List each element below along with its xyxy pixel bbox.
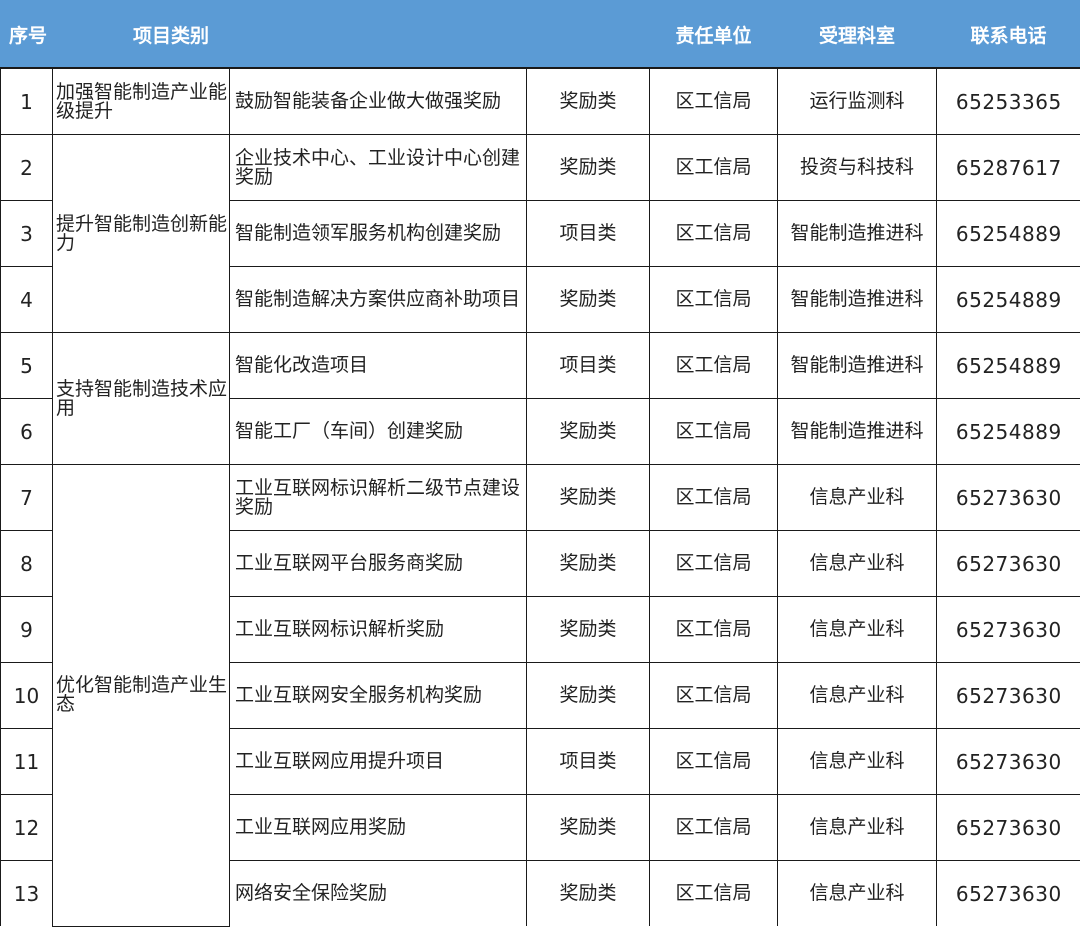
responsible-unit: 区工信局 xyxy=(649,134,779,201)
item-name: 工业互联网安全服务机构奖励 xyxy=(229,662,527,729)
row-number: 5 xyxy=(0,332,53,399)
handling-dept: 信息产业科 xyxy=(777,464,938,531)
handling-dept: 智能制造推进科 xyxy=(777,200,938,267)
contact-phone: 65254889 xyxy=(936,398,1080,465)
responsible-unit: 区工信局 xyxy=(649,860,779,926)
category-cell: 提升智能制造创新能力 xyxy=(52,134,230,333)
handling-dept: 智能制造推进科 xyxy=(777,332,938,399)
contact-phone: 65273630 xyxy=(936,596,1080,663)
row-number: 13 xyxy=(0,860,53,926)
responsible-unit: 区工信局 xyxy=(649,200,779,267)
handling-dept: 信息产业科 xyxy=(777,794,938,861)
contact-phone: 65254889 xyxy=(936,266,1080,333)
contact-phone: 65287617 xyxy=(936,134,1080,201)
responsible-unit: 区工信局 xyxy=(649,794,779,861)
item-name: 工业互联网标识解析二级节点建设奖励 xyxy=(229,464,527,531)
handling-dept: 信息产业科 xyxy=(777,530,938,597)
row-number: 11 xyxy=(0,728,53,795)
handling-dept: 信息产业科 xyxy=(777,728,938,795)
contact-phone: 65254889 xyxy=(936,200,1080,267)
handling-dept: 运行监测科 xyxy=(777,67,938,135)
row-number: 9 xyxy=(0,596,53,663)
contact-phone: 65273630 xyxy=(936,860,1080,926)
responsible-unit: 区工信局 xyxy=(649,662,779,729)
header-no: 序号 xyxy=(0,0,53,69)
item-name: 智能化改造项目 xyxy=(229,332,527,399)
item-name: 智能制造领军服务机构创建奖励 xyxy=(229,200,527,267)
item-name: 企业技术中心、工业设计中心创建奖励 xyxy=(229,134,527,201)
handling-dept: 投资与科技科 xyxy=(777,134,938,201)
contact-phone: 65273630 xyxy=(936,662,1080,729)
category-cell: 支持智能制造技术应用 xyxy=(52,332,230,465)
item-name: 工业互联网平台服务商奖励 xyxy=(229,530,527,597)
row-number: 7 xyxy=(0,464,53,531)
item-name: 智能制造解决方案供应商补助项目 xyxy=(229,266,527,333)
row-number: 12 xyxy=(0,794,53,861)
row-number: 1 xyxy=(0,67,53,135)
item-type: 奖励类 xyxy=(525,794,651,861)
handling-dept: 信息产业科 xyxy=(777,860,938,926)
item-type: 奖励类 xyxy=(525,464,651,531)
item-name: 鼓励智能装备企业做大做强奖励 xyxy=(229,67,527,135)
contact-phone: 65273630 xyxy=(936,728,1080,795)
item-name: 工业互联网应用奖励 xyxy=(229,794,527,861)
item-name: 网络安全保险奖励 xyxy=(229,860,527,926)
item-type: 奖励类 xyxy=(525,530,651,597)
row-number: 6 xyxy=(0,398,53,465)
responsible-unit: 区工信局 xyxy=(649,530,779,597)
item-type: 奖励类 xyxy=(525,398,651,465)
responsible-unit: 区工信局 xyxy=(649,596,779,663)
contact-phone: 65273630 xyxy=(936,794,1080,861)
contact-phone: 65273630 xyxy=(936,530,1080,597)
row-number: 2 xyxy=(0,134,53,201)
item-type: 奖励类 xyxy=(525,860,651,926)
category-cell: 加强智能制造产业能级提升 xyxy=(52,67,230,135)
item-type: 奖励类 xyxy=(525,662,651,729)
responsible-unit: 区工信局 xyxy=(649,398,779,465)
table-header-row: 序号 项目类别 责任单位 受理科室 联系电话 xyxy=(0,0,1080,69)
row-number: 8 xyxy=(0,530,53,597)
row-number: 10 xyxy=(0,662,53,729)
contact-phone: 65273630 xyxy=(936,464,1080,531)
responsible-unit: 区工信局 xyxy=(649,464,779,531)
project-table: 序号 项目类别 责任单位 受理科室 联系电话 1 加强智能制造产业能级提升 鼓励… xyxy=(0,0,1080,927)
handling-dept: 智能制造推进科 xyxy=(777,398,938,465)
item-type: 奖励类 xyxy=(525,134,651,201)
contact-phone: 65254889 xyxy=(936,332,1080,399)
item-type: 项目类 xyxy=(525,728,651,795)
header-category: 项目类别 xyxy=(51,0,651,69)
item-type: 奖励类 xyxy=(525,596,651,663)
item-type: 奖励类 xyxy=(525,67,651,135)
table-row: 2 提升智能制造创新能力 企业技术中心、工业设计中心创建奖励 奖励类 区工信局 … xyxy=(0,134,1080,333)
table-row: 5 支持智能制造技术应用 智能化改造项目 项目类 区工信局 智能制造推进科 65… xyxy=(0,332,1080,465)
table-row: 7 优化智能制造产业生态 工业互联网标识解析二级节点建设奖励 奖励类 区工信局 … xyxy=(0,464,1080,927)
item-type: 项目类 xyxy=(525,332,651,399)
responsible-unit: 区工信局 xyxy=(649,728,779,795)
contact-phone: 65253365 xyxy=(936,67,1080,135)
table-row: 1 加强智能制造产业能级提升 鼓励智能装备企业做大做强奖励 奖励类 区工信局 运… xyxy=(0,67,1080,135)
category-cell: 优化智能制造产业生态 xyxy=(52,464,230,927)
header-phone: 联系电话 xyxy=(936,0,1080,69)
responsible-unit: 区工信局 xyxy=(649,332,779,399)
item-name: 智能工厂（车间）创建奖励 xyxy=(229,398,527,465)
responsible-unit: 区工信局 xyxy=(649,67,779,135)
header-dept: 受理科室 xyxy=(777,0,938,69)
handling-dept: 信息产业科 xyxy=(777,662,938,729)
row-number: 3 xyxy=(0,200,53,267)
item-type: 项目类 xyxy=(525,200,651,267)
row-number: 4 xyxy=(0,266,53,333)
header-unit: 责任单位 xyxy=(649,0,779,69)
responsible-unit: 区工信局 xyxy=(649,266,779,333)
item-type: 奖励类 xyxy=(525,266,651,333)
item-name: 工业互联网标识解析奖励 xyxy=(229,596,527,663)
handling-dept: 智能制造推进科 xyxy=(777,266,938,333)
handling-dept: 信息产业科 xyxy=(777,596,938,663)
item-name: 工业互联网应用提升项目 xyxy=(229,728,527,795)
